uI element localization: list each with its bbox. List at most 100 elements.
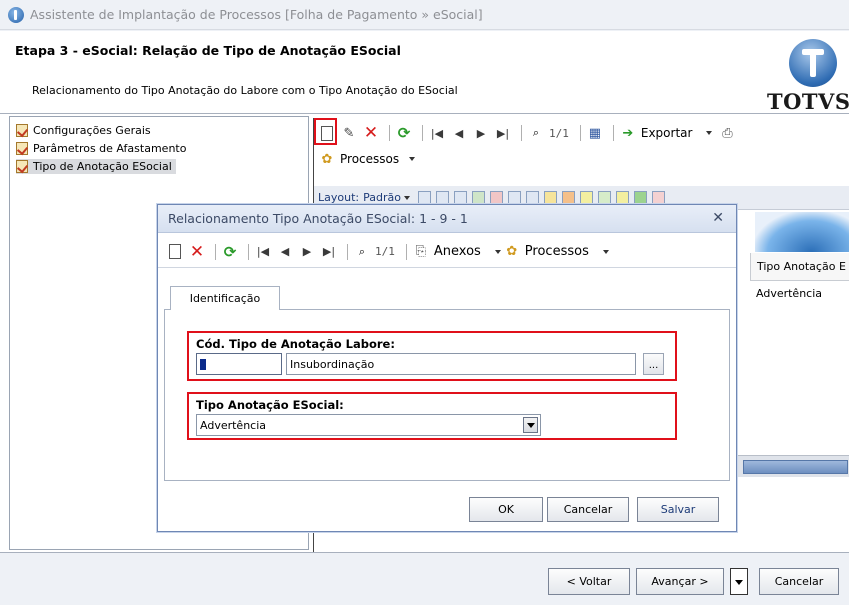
paperclip-icon: ⎘ xyxy=(415,244,427,259)
column-header-tipo-anotacao[interactable]: Tipo Anotação E xyxy=(750,253,849,281)
layout-icon[interactable] xyxy=(453,191,467,204)
processes-label: Processos xyxy=(340,152,400,166)
save-button[interactable]: Salvar xyxy=(637,497,719,522)
step-title: Etapa 3 - eSocial: Relação de Tipo de An… xyxy=(15,43,401,58)
ok-button[interactable]: OK xyxy=(469,497,543,522)
delete-record-button[interactable]: ✕ xyxy=(362,123,380,143)
new-button-highlight xyxy=(314,118,337,145)
tree-item-tipo-anotacao-esocial[interactable]: Tipo de Anotação ESocial xyxy=(16,159,176,174)
layout-value: Padrão xyxy=(363,191,401,204)
first-record-button[interactable]: |◀ xyxy=(428,124,446,142)
tree-item-label: Parâmetros de Afastamento xyxy=(33,142,187,155)
edit-record-button[interactable]: ✎ xyxy=(340,124,358,142)
tree-item-label: Tipo de Anotação ESocial xyxy=(33,160,172,173)
refresh-button[interactable]: ⟳ xyxy=(221,243,239,261)
cod-description-field: Insubordinação xyxy=(286,353,636,375)
text-cursor xyxy=(200,358,206,370)
grid-cell[interactable]: Advertência xyxy=(750,282,849,304)
refresh-button[interactable]: ⟳ xyxy=(395,124,413,142)
layout-icon[interactable] xyxy=(435,191,449,204)
previous-record-button[interactable]: ◀ xyxy=(450,124,468,142)
close-icon[interactable]: ✕ xyxy=(712,210,724,226)
grid-toolbar: ✎ ✕ ⟳ |◀ ◀ ▶ ▶| ⌕ 1/1 ▦ ➔ Exportar ⎙ xyxy=(318,121,740,145)
layout-select[interactable]: Padrão xyxy=(363,191,410,204)
dialog-processes-menu[interactable]: ✿ Processos xyxy=(503,243,609,261)
layout-label: Layout: xyxy=(318,191,360,204)
next-record-button[interactable]: ▶ xyxy=(472,124,490,142)
wizard-window: Assistente de Implantação de Processos [… xyxy=(0,0,849,605)
lookup-button[interactable]: ... xyxy=(643,353,664,375)
dropdown-arrow-icon xyxy=(403,195,410,200)
next-options-dropdown[interactable] xyxy=(730,568,748,595)
next-record-button[interactable]: ▶ xyxy=(298,243,316,261)
filter-remove-icon[interactable] xyxy=(489,191,503,204)
attachments-label: Anexos xyxy=(433,244,481,259)
window-title: Assistente de Implantação de Processos [… xyxy=(30,7,483,22)
totvs-logo-text: TOTVS xyxy=(767,89,849,114)
processes-gear-icon: ✿ xyxy=(321,151,333,167)
dropdown-arrow-icon xyxy=(409,157,416,161)
dialog-title: Relacionamento Tipo Anotação ESocial: 1 … xyxy=(168,211,468,226)
totvs-logo: TOTVS xyxy=(767,39,849,114)
next-button[interactable]: Avançar > xyxy=(636,568,724,595)
sum-icon[interactable] xyxy=(525,191,539,204)
chevron-down-icon[interactable] xyxy=(523,417,538,433)
filter-icon[interactable] xyxy=(471,191,485,204)
view-icon[interactable] xyxy=(579,191,593,204)
new-document-icon xyxy=(169,244,181,259)
scrollbar-thumb[interactable] xyxy=(743,460,848,474)
page-indicator: 1/1 xyxy=(549,126,569,140)
tipo-anotacao-esocial-select[interactable]: Advertência xyxy=(196,414,541,436)
binoculars-search-button[interactable]: ⌕ xyxy=(527,124,545,142)
view-icon[interactable] xyxy=(597,191,611,204)
wizard-cancel-button[interactable]: Cancelar xyxy=(759,568,839,595)
export-label: Exportar xyxy=(640,126,693,140)
relationship-dialog: Relacionamento Tipo Anotação ESocial: 1 … xyxy=(157,204,737,532)
tree-item-configuracoes-gerais[interactable]: Configurações Gerais xyxy=(16,123,155,138)
toolbar-separator xyxy=(405,243,407,260)
export-button[interactable]: ➔ Exportar xyxy=(619,124,713,142)
layout-save-icon[interactable] xyxy=(417,191,431,204)
highlight-icon[interactable] xyxy=(543,191,557,204)
view-icon[interactable] xyxy=(615,191,629,204)
first-record-button[interactable]: |◀ xyxy=(254,243,272,261)
binoculars-search-button[interactable]: ⌕ xyxy=(353,243,371,261)
identification-panel: Cód. Tipo de Anotação Labore: 9 Insubord… xyxy=(164,309,730,481)
view-icon[interactable] xyxy=(633,191,647,204)
step-header: Etapa 3 - eSocial: Relação de Tipo de An… xyxy=(0,31,849,114)
last-record-button[interactable]: ▶| xyxy=(320,243,338,261)
last-record-button[interactable]: ▶| xyxy=(494,124,512,142)
tab-identificacao[interactable]: Identificação xyxy=(170,286,280,310)
toolbar-separator xyxy=(422,125,423,141)
dropdown-arrow-icon xyxy=(602,249,609,254)
cod-tipo-anotacao-label: Cód. Tipo de Anotação Labore: xyxy=(196,337,395,351)
new-record-button[interactable] xyxy=(166,243,184,261)
title-bar: Assistente de Implantação de Processos [… xyxy=(0,0,849,30)
processes-gear-icon: ✿ xyxy=(506,244,518,259)
app-icon xyxy=(8,6,24,23)
group-icon[interactable] xyxy=(507,191,521,204)
export-arrow-icon: ➔ xyxy=(622,125,634,141)
back-button[interactable]: < Voltar xyxy=(548,568,630,595)
horizontal-scrollbar[interactable] xyxy=(737,455,849,477)
delete-record-button[interactable]: ✕ xyxy=(188,242,206,262)
dialog-toolbar: ✕ ⟳ |◀ ◀ ▶ ▶| ⌕ 1/1 ⎘ Anexos ✿ Processos xyxy=(158,236,736,268)
text-style-icon[interactable] xyxy=(651,191,665,204)
print-button[interactable]: ⎙ xyxy=(718,124,736,142)
grid-processes-menu[interactable]: ✿ Processos xyxy=(318,147,416,171)
tree-item-parametros-afastamento[interactable]: Parâmetros de Afastamento xyxy=(16,141,190,156)
dialog-title-bar: Relacionamento Tipo Anotação ESocial: 1 … xyxy=(158,205,736,233)
chart-icon[interactable] xyxy=(561,191,575,204)
previous-record-button[interactable]: ◀ xyxy=(276,243,294,261)
cod-tipo-anotacao-input[interactable]: 9 xyxy=(196,353,282,375)
cancel-button[interactable]: Cancelar xyxy=(547,497,629,522)
toolbar-separator xyxy=(579,125,581,141)
toolbar-separator xyxy=(248,243,249,260)
tree-item-label: Configurações Gerais xyxy=(33,124,151,137)
document-check-icon xyxy=(16,142,28,155)
calendar-view-button[interactable]: ▦ xyxy=(586,124,604,142)
dropdown-arrow-icon xyxy=(494,249,501,254)
attachments-button[interactable]: ⎘ Anexos xyxy=(412,243,501,261)
document-check-icon xyxy=(16,160,28,173)
toolbar-separator xyxy=(612,125,614,141)
